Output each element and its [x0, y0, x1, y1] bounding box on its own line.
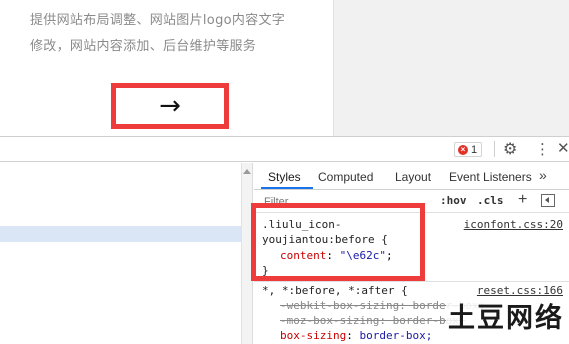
- overridden-declaration[interactable]: -moz-box-sizing: border-box;: [280, 313, 465, 328]
- watermark-logo-text: 土豆网络: [446, 296, 566, 335]
- sidebar-tabs: Styles Computed Layout Event Listeners »: [254, 163, 569, 190]
- error-count: 1: [471, 143, 478, 156]
- close-icon[interactable]: ✕: [557, 138, 569, 158]
- active-tab-indicator: [261, 187, 313, 189]
- toolbar-separator: [494, 141, 495, 157]
- devtools-toolbar: × 1 ⚙ ⋮ ✕: [0, 137, 569, 162]
- rule-selector[interactable]: *, *:before, *:after {: [262, 283, 408, 298]
- toggle-computed-sidebar-icon[interactable]: [541, 194, 555, 207]
- highlighted-arrow-button[interactable]: →: [111, 83, 229, 129]
- tabs-overflow-icon[interactable]: »: [539, 167, 547, 183]
- highlight-annotation-box: [251, 203, 425, 281]
- css-declaration[interactable]: box-sizing: border-box;: [280, 328, 432, 343]
- right-arrow-icon: →: [159, 91, 181, 121]
- kebab-menu-icon[interactable]: ⋮: [535, 139, 550, 159]
- service-description-line-1: 提供网站布局调整、网站图片logo内容文字: [30, 13, 286, 28]
- page-divider: [333, 0, 334, 136]
- property-name[interactable]: box-sizing: [280, 329, 346, 342]
- tab-computed[interactable]: Computed: [318, 170, 373, 184]
- service-description-line-2: 修改，网站内容添加、后台维护等服务: [30, 39, 257, 54]
- selected-node-row[interactable]: [0, 226, 241, 242]
- webpage-area: 提供网站布局调整、网站图片logo内容文字 修改，网站内容添加、后台维护等服务 …: [0, 0, 569, 136]
- error-count-badge[interactable]: × 1: [454, 142, 483, 157]
- scroll-up-arrow-icon[interactable]: [243, 169, 251, 174]
- tab-styles[interactable]: Styles: [268, 170, 301, 184]
- tab-layout[interactable]: Layout: [395, 170, 431, 184]
- new-style-rule-button[interactable]: +: [518, 191, 527, 209]
- cls-toggle-button[interactable]: .cls: [477, 194, 504, 207]
- elements-tree-pane[interactable]: [0, 163, 243, 344]
- error-x-circle-icon: ×: [458, 144, 468, 155]
- hov-toggle-button[interactable]: :hov: [440, 194, 467, 207]
- gear-icon[interactable]: ⚙: [503, 139, 517, 159]
- tab-event-listeners[interactable]: Event Listeners: [449, 170, 532, 184]
- property-value[interactable]: border-box;: [359, 329, 432, 342]
- rule-source-link[interactable]: iconfont.css:20: [464, 217, 563, 232]
- page-side-area: [334, 0, 569, 136]
